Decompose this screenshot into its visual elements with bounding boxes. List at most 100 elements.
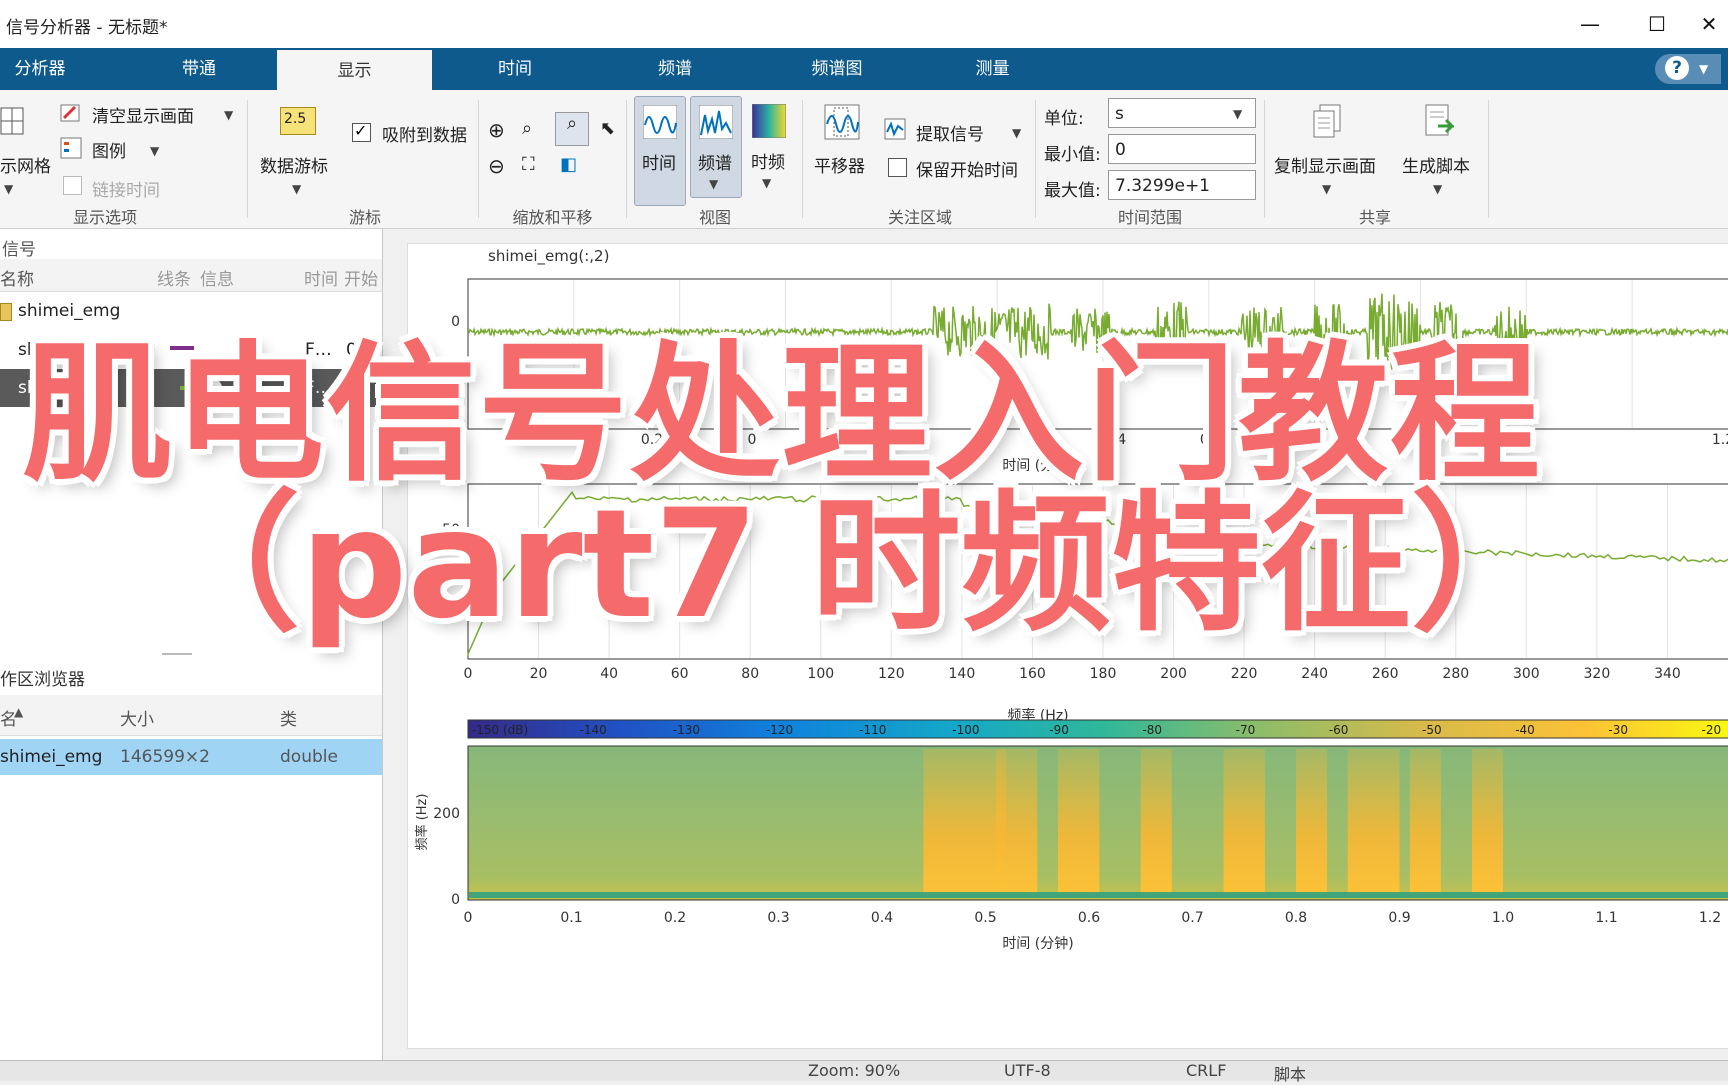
col-info[interactable]: 信息 [200,265,234,290]
help-icon: ? [1665,56,1689,80]
time-view-icon [643,105,677,139]
fit-icon[interactable]: ⛶ [522,154,546,178]
separator [1264,100,1265,218]
activity-burst [1471,749,1503,894]
colorbar-tick: -110 [859,723,886,737]
select-arrow-icon[interactable]: ⬉ [600,118,624,142]
x-tick: 0 [464,910,473,926]
zoom-in-icon[interactable]: ⊕ [488,118,512,142]
snap-to-data-label: 吸附到数据 [382,126,467,146]
x-tick: 200 [1160,666,1187,682]
unit-select[interactable]: s ▼ [1108,98,1256,128]
grid-icon [0,106,26,136]
min-value-field[interactable]: 0 [1108,134,1256,164]
panner-icon [824,104,860,140]
col-start[interactable]: 开始 [344,265,378,290]
workspace-row[interactable]: shimei_emg 146599×2 double [0,739,382,775]
activity-burst [1057,749,1100,894]
link-time-label: 链接时间 [92,181,160,201]
grid-button[interactable]: 示网格 [0,152,51,177]
keep-start-time-checkbox[interactable] [888,158,907,177]
x-tick: 20 [530,666,548,682]
x-tick: 0.4 [871,910,893,926]
x-tick: 260 [1372,666,1399,682]
keep-start-time-label: 保留开始时间 [916,161,1018,181]
x-tick: 0.1 [560,910,582,926]
x-tick: 140 [949,666,976,682]
help-button[interactable]: ? ▼ [1655,54,1721,84]
panner-button[interactable]: 平移器 [814,152,865,177]
view-time-button[interactable]: 时间 [634,96,686,206]
workspace-panel-title: 作区浏览器 [0,670,85,690]
x-tick: 340 [1654,666,1681,682]
group-label-roi: 关注区域 [887,208,952,227]
status-eol: CRLF [1186,1061,1227,1080]
data-cursor-button[interactable]: 数据游标 [260,152,328,177]
spectrogram-plot[interactable]: -150 (dB) -140 -130 -120 -110 -100 -90 -80 -70 -6… [414,719,1728,952]
copy-display-button[interactable]: 复制显示画面 [1274,152,1376,177]
signal-group-row[interactable]: shimei_emg [0,295,382,331]
zoom-out-icon[interactable]: ⊖ [488,154,512,178]
minimize-button[interactable]: — [1565,8,1615,40]
tab-display[interactable]: 显示 [277,48,432,92]
spectrum-view-icon [699,105,733,139]
col-name[interactable]: 名称 [0,265,34,290]
group-label-view: 视图 [698,208,731,227]
chevron-down-icon[interactable]: ▼ [292,182,301,196]
status-zoom: Zoom: 90% [808,1061,901,1080]
chevron-down-icon[interactable]: ▼ [1322,182,1331,196]
snap-to-data-checkbox[interactable] [352,121,371,142]
x-tick: 1.2 [1712,432,1728,448]
x-tick: 0.2 [664,910,686,926]
col-ws-size[interactable]: 大小 [120,705,154,730]
activity-burst [1409,749,1441,894]
link-time-checkbox[interactable] [63,176,82,195]
x-tick: 220 [1231,666,1258,682]
x-tick: 0.7 [1181,910,1203,926]
colorbar-tick: -120 [766,723,793,737]
max-value-field[interactable]: 7.3299e+1 [1108,170,1256,200]
zoom-y-icon[interactable]: ⌕ [555,112,589,146]
chevron-down-icon[interactable]: ▼ [224,108,233,122]
chevron-down-icon[interactable]: ▼ [1012,126,1021,140]
overlay-title-line1: 肌电信号处理入门教程 [22,328,1543,502]
group-label-zoom: 缩放和平移 [512,208,593,227]
maximize-button[interactable]: ☐ [1632,8,1682,40]
x-tick: 240 [1301,666,1328,682]
col-time[interactable]: 时间 [304,265,338,290]
chevron-down-icon[interactable]: ▼ [1433,182,1442,196]
extract-signal-button[interactable]: 提取信号 [916,120,984,145]
legend-button[interactable]: 图例 [92,137,126,162]
activity-burst [1140,749,1172,894]
x-tick: 320 [1584,666,1611,682]
x-tick: 0.3 [767,910,789,926]
generate-script-icon [1424,104,1456,138]
tab-spectrum[interactable]: 频谱 [615,48,735,90]
x-tick: 0.9 [1388,910,1410,926]
group-label-cursor: 游标 [348,208,381,227]
tab-time[interactable]: 时间 [455,48,575,90]
tab-analyzer[interactable]: 分析器 [0,48,80,90]
zoom-x-icon[interactable]: ⌕ [522,118,546,142]
chevron-down-icon[interactable]: ▼ [4,182,13,196]
view-time-frequency-button[interactable]: 时频 ▼ [744,96,794,204]
view-spectrum-button[interactable]: 频谱 ▼ [690,96,742,198]
close-button[interactable]: ✕ [1690,8,1728,40]
x-tick: 160 [1019,666,1046,682]
pan-icon[interactable]: ◧ [560,154,584,178]
chevron-down-icon[interactable]: ▼ [150,144,159,158]
tab-bandpass[interactable]: 带通 [140,48,258,90]
x-tick: 180 [1090,666,1117,682]
copy-display-icon [1312,104,1342,138]
window-title: 信号分析器 - 无标题* [6,18,168,38]
generate-script-button[interactable]: 生成脚本 [1402,152,1470,177]
col-line[interactable]: 线条 [157,265,191,290]
splitter-handle[interactable] [162,653,192,655]
activity-burst [1347,749,1400,894]
clear-display-button[interactable]: 清空显示画面 [92,102,194,127]
tab-measure[interactable]: 测量 [930,48,1055,90]
col-ws-class[interactable]: 类 [280,705,297,730]
signal-group-name: shimei_emg [18,301,121,321]
tab-spectrogram[interactable]: 频谱图 [772,48,902,90]
clear-display-icon [60,102,82,124]
